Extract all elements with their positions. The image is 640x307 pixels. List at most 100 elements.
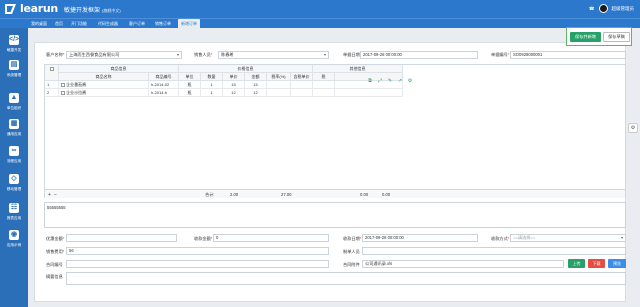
remove-row-button[interactable]: − bbox=[54, 192, 57, 198]
cell-tax bbox=[313, 89, 335, 97]
avatar[interactable] bbox=[598, 4, 608, 13]
manager-field[interactable] bbox=[362, 247, 626, 255]
customer-select[interactable]: 上海而生西餐食品有限公司 ▾ bbox=[66, 51, 182, 59]
edit-icon[interactable]: ✎ bbox=[387, 78, 393, 84]
sidebar-item-system[interactable]: ▤ 系统管理 bbox=[0, 57, 28, 81]
grid-icon: ▦ bbox=[9, 119, 19, 129]
cell-price[interactable]: 12 bbox=[223, 89, 245, 97]
app-title-text: 敏捷开发框架 bbox=[64, 8, 101, 14]
attachment-field[interactable]: 公司通讯录.xls bbox=[362, 260, 564, 268]
order-no-field[interactable]: SO0928000001 bbox=[510, 51, 626, 59]
payment-label-text: 收款方式 bbox=[491, 236, 508, 241]
username[interactable]: 超级管理员 bbox=[612, 6, 635, 12]
tab-bar: 我的桌面 首页 开门功能 代码生成器 客户订单 销售订单 新增订单 bbox=[0, 18, 640, 28]
preview-button[interactable]: 预览 bbox=[608, 259, 626, 268]
cell-tax-price[interactable] bbox=[291, 89, 313, 97]
tab-desktop[interactable]: 我的桌面 bbox=[28, 19, 50, 28]
footer-amount: 27.00 bbox=[281, 192, 292, 197]
payment-label: 收款方式* bbox=[491, 236, 509, 242]
action-button-group: 保存并新增 保存草稿 bbox=[566, 27, 632, 46]
sidebar-item-general[interactable]: ▦ 通用应用 bbox=[0, 116, 28, 140]
save-and-new-button[interactable]: 保存并新增 bbox=[570, 32, 601, 42]
manager-label: 制单人员 bbox=[343, 249, 360, 254]
expense-field[interactable]: 56 bbox=[66, 247, 329, 255]
column-header: 商品名称 bbox=[59, 73, 149, 81]
chevron-down-icon: ▾ bbox=[323, 52, 326, 57]
table-header-checkbox[interactable] bbox=[45, 65, 59, 81]
logo-icon bbox=[4, 3, 17, 15]
sidebar-item-label: 流程应用 bbox=[6, 159, 22, 163]
upload-button[interactable]: 上传 bbox=[568, 259, 585, 268]
cell-qty[interactable]: 1 bbox=[201, 89, 223, 97]
discount-field[interactable] bbox=[66, 234, 177, 242]
footer-qty: 2.00 bbox=[230, 192, 239, 197]
sidebar-item-agile[interactable]: </> 敏捷开发 bbox=[0, 32, 28, 56]
order-items-table: 商品信息 价格信息 其他信息 商品名称 商品编号 单位 数量 单价 金额 税率(… bbox=[44, 64, 626, 198]
sidebar-item-mobile[interactable]: ◇ 移动管理 bbox=[0, 171, 28, 195]
sidebar-item-sample[interactable]: ◉ 应用示例 bbox=[0, 227, 28, 251]
tab-home[interactable]: 首页 bbox=[52, 19, 66, 28]
column-header: 税 bbox=[313, 73, 335, 81]
sidebar-item-report[interactable]: ☷ 报表应用 bbox=[0, 200, 28, 224]
table-row-name[interactable]: 企业沙拉酱 bbox=[59, 89, 149, 97]
discount-label-text: 优惠金额 bbox=[46, 236, 63, 241]
cell-unit: 瓶 bbox=[179, 81, 201, 89]
download-button[interactable]: 下载 bbox=[588, 259, 605, 268]
tab-codegen[interactable]: 代码生成器 bbox=[95, 19, 121, 28]
cell-amount: 15 bbox=[245, 81, 267, 89]
table-group-other: 其他信息 bbox=[313, 65, 403, 73]
cell-tax-rate[interactable] bbox=[267, 81, 291, 89]
cell-name: 企业沙拉酱 bbox=[66, 90, 87, 95]
received-field[interactable]: 0 bbox=[213, 234, 329, 242]
desc-field[interactable] bbox=[66, 272, 626, 285]
table-row-name[interactable]: 企业番茄酱 bbox=[59, 81, 149, 89]
discount-label: 优惠金额* bbox=[46, 236, 64, 242]
add-row-button[interactable]: + bbox=[48, 192, 51, 198]
cell-price[interactable]: 15 bbox=[223, 81, 245, 89]
sidebar: </> 敏捷开发 ▤ 系统管理 ▲ 单位组织 ▦ 通用应用 ∞ 流程应用 ◇ 移… bbox=[0, 28, 28, 307]
cell-tax-rate[interactable] bbox=[267, 89, 291, 97]
row-number: 1 bbox=[45, 81, 59, 89]
settings-icon[interactable]: ⚙ bbox=[407, 78, 413, 84]
order-no-label-text: 单据编号 bbox=[491, 52, 508, 57]
sidebar-item-label: 报表应用 bbox=[6, 216, 22, 220]
tab-new-order[interactable]: 新增订单 bbox=[178, 19, 200, 28]
sidebar-item-label: 通用应用 bbox=[6, 132, 22, 136]
chevron-down-icon: ▾ bbox=[620, 235, 623, 240]
report-icon: ☷ bbox=[9, 203, 19, 213]
sidebar-item-org[interactable]: ▲ 单位组织 bbox=[0, 90, 28, 114]
order-date-field[interactable]: 2017-09-28 00:00:00 bbox=[360, 51, 478, 59]
table-footer: + − 合计: 2.00 27.00 0.00 0.00 bbox=[45, 189, 625, 198]
remark-textarea[interactable]: 55555555 bbox=[44, 202, 626, 228]
top-bar: learun 敏捷开发框架 (旗舰中文) ☎ 超级管理员 bbox=[0, 0, 640, 18]
payment-select[interactable]: ==请选择== ▾ bbox=[510, 234, 626, 242]
column-header: 金额 bbox=[245, 73, 267, 81]
gear-icon[interactable]: ⚙ bbox=[628, 123, 638, 133]
cell-tax-price[interactable] bbox=[291, 81, 313, 89]
export-icon[interactable]: ↗ bbox=[397, 78, 403, 84]
receipt-date-field[interactable]: 2017-09-28 00:00:00 bbox=[362, 234, 478, 242]
sidebar-item-flow[interactable]: ∞ 流程应用 bbox=[0, 143, 28, 167]
cell-qty[interactable]: 1 bbox=[201, 81, 223, 89]
receipt-date-label-text: 收款日期 bbox=[343, 236, 360, 241]
row-checkbox[interactable] bbox=[61, 82, 65, 87]
table-group-goods: 商品信息 bbox=[59, 65, 179, 73]
expand-icon[interactable]: ⤢ bbox=[377, 78, 383, 84]
required-mark: * bbox=[62, 249, 65, 254]
code-icon: </> bbox=[9, 35, 20, 45]
contract-field[interactable] bbox=[66, 260, 329, 268]
row-checkbox[interactable] bbox=[61, 90, 65, 95]
tab-customer-order[interactable]: 客户订单 bbox=[126, 19, 148, 28]
column-header: 单位 bbox=[179, 73, 201, 81]
cell-amount: 12 bbox=[245, 89, 267, 97]
tab-features[interactable]: 开门功能 bbox=[68, 19, 90, 28]
bell-icon[interactable]: ☎ bbox=[589, 6, 595, 12]
tab-sales-order[interactable]: 销售订单 bbox=[152, 19, 174, 28]
app-title: 敏捷开发框架 (旗舰中文) bbox=[64, 5, 121, 14]
received-label: 收款金额* bbox=[194, 236, 212, 242]
copy-icon[interactable]: ⧉ bbox=[367, 78, 373, 84]
select-all-checkbox[interactable] bbox=[49, 66, 54, 71]
save-draft-button[interactable]: 保存草稿 bbox=[603, 32, 630, 42]
share-icon: ∞ bbox=[9, 146, 19, 156]
seller-select[interactable]: 陈春希 ▾ bbox=[218, 51, 329, 59]
